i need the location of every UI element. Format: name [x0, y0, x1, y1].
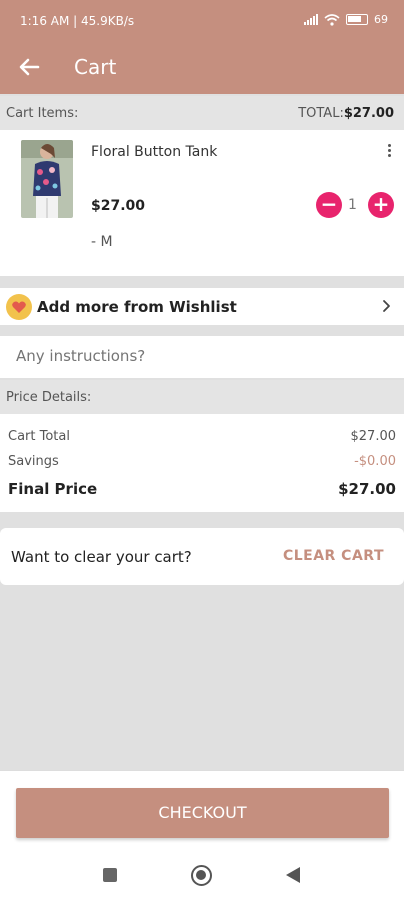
- status-icons: 69: [304, 13, 388, 26]
- total-value: $27.00: [343, 106, 394, 121]
- price-row-label: Cart Total: [8, 429, 70, 444]
- signal-icon: [304, 14, 318, 25]
- final-price-value: $27.00: [338, 480, 396, 498]
- final-price-row: Final Price $27.00: [8, 480, 396, 498]
- cart-items-header: Cart Items: TOTAL:$27.00: [0, 96, 404, 130]
- price-row-value: -$0.00: [354, 454, 396, 469]
- battery-level: 69: [374, 13, 388, 26]
- clear-cart-card: Want to clear your cart? CLEAR CART: [0, 528, 404, 585]
- cart-item-card: Floral Button Tank $27.00 - M − 1 +: [0, 130, 404, 276]
- more-options-icon[interactable]: [384, 142, 394, 162]
- checkout-button[interactable]: CHECKOUT: [16, 788, 389, 838]
- quantity-value: 1: [348, 197, 357, 213]
- heart-icon: [6, 294, 32, 320]
- product-price: $27.00: [91, 198, 146, 214]
- status-time: 1:16 AM | 45.9KB/s: [20, 14, 135, 28]
- final-price-label: Final Price: [8, 480, 98, 498]
- increase-quantity-button[interactable]: +: [368, 192, 394, 218]
- battery-icon: [346, 14, 368, 25]
- cart-total-row: Cart Total $27.00: [8, 429, 396, 444]
- product-name[interactable]: Floral Button Tank: [91, 144, 217, 160]
- back-triangle-icon[interactable]: [286, 867, 300, 883]
- home-icon[interactable]: [191, 865, 212, 886]
- page-title: Cart: [74, 55, 117, 79]
- total-label: TOTAL:: [298, 106, 344, 121]
- status-bar: 1:16 AM | 45.9KB/s 69: [0, 0, 404, 42]
- chevron-right-icon: [383, 300, 390, 312]
- arrow-left-icon[interactable]: [14, 52, 44, 82]
- recent-apps-icon[interactable]: [103, 868, 117, 882]
- savings-row: Savings -$0.00: [8, 454, 396, 469]
- price-details-header: Price Details:: [0, 380, 404, 414]
- price-row-value: $27.00: [350, 429, 397, 444]
- bottom-bar: CHECKOUT: [0, 770, 404, 900]
- clear-cart-question: Want to clear your cart?: [11, 548, 192, 566]
- cart-items-label: Cart Items:: [6, 106, 79, 121]
- clear-cart-button[interactable]: CLEAR CART: [283, 548, 384, 564]
- add-from-wishlist-row[interactable]: Add more from Wishlist: [0, 288, 404, 325]
- price-details-label: Price Details:: [6, 390, 92, 405]
- instructions-card: [0, 336, 404, 378]
- wishlist-label: Add more from Wishlist: [37, 298, 237, 316]
- product-size: - M: [91, 234, 113, 250]
- decrease-quantity-button[interactable]: −: [316, 192, 342, 218]
- cart-total: TOTAL:$27.00: [298, 106, 394, 121]
- wifi-icon: [324, 13, 340, 26]
- app-bar: Cart: [0, 42, 404, 94]
- product-image[interactable]: [21, 140, 73, 218]
- instructions-input[interactable]: [16, 347, 376, 365]
- price-row-label: Savings: [8, 454, 59, 469]
- price-details-card: Cart Total $27.00 Savings -$0.00 Final P…: [0, 414, 404, 512]
